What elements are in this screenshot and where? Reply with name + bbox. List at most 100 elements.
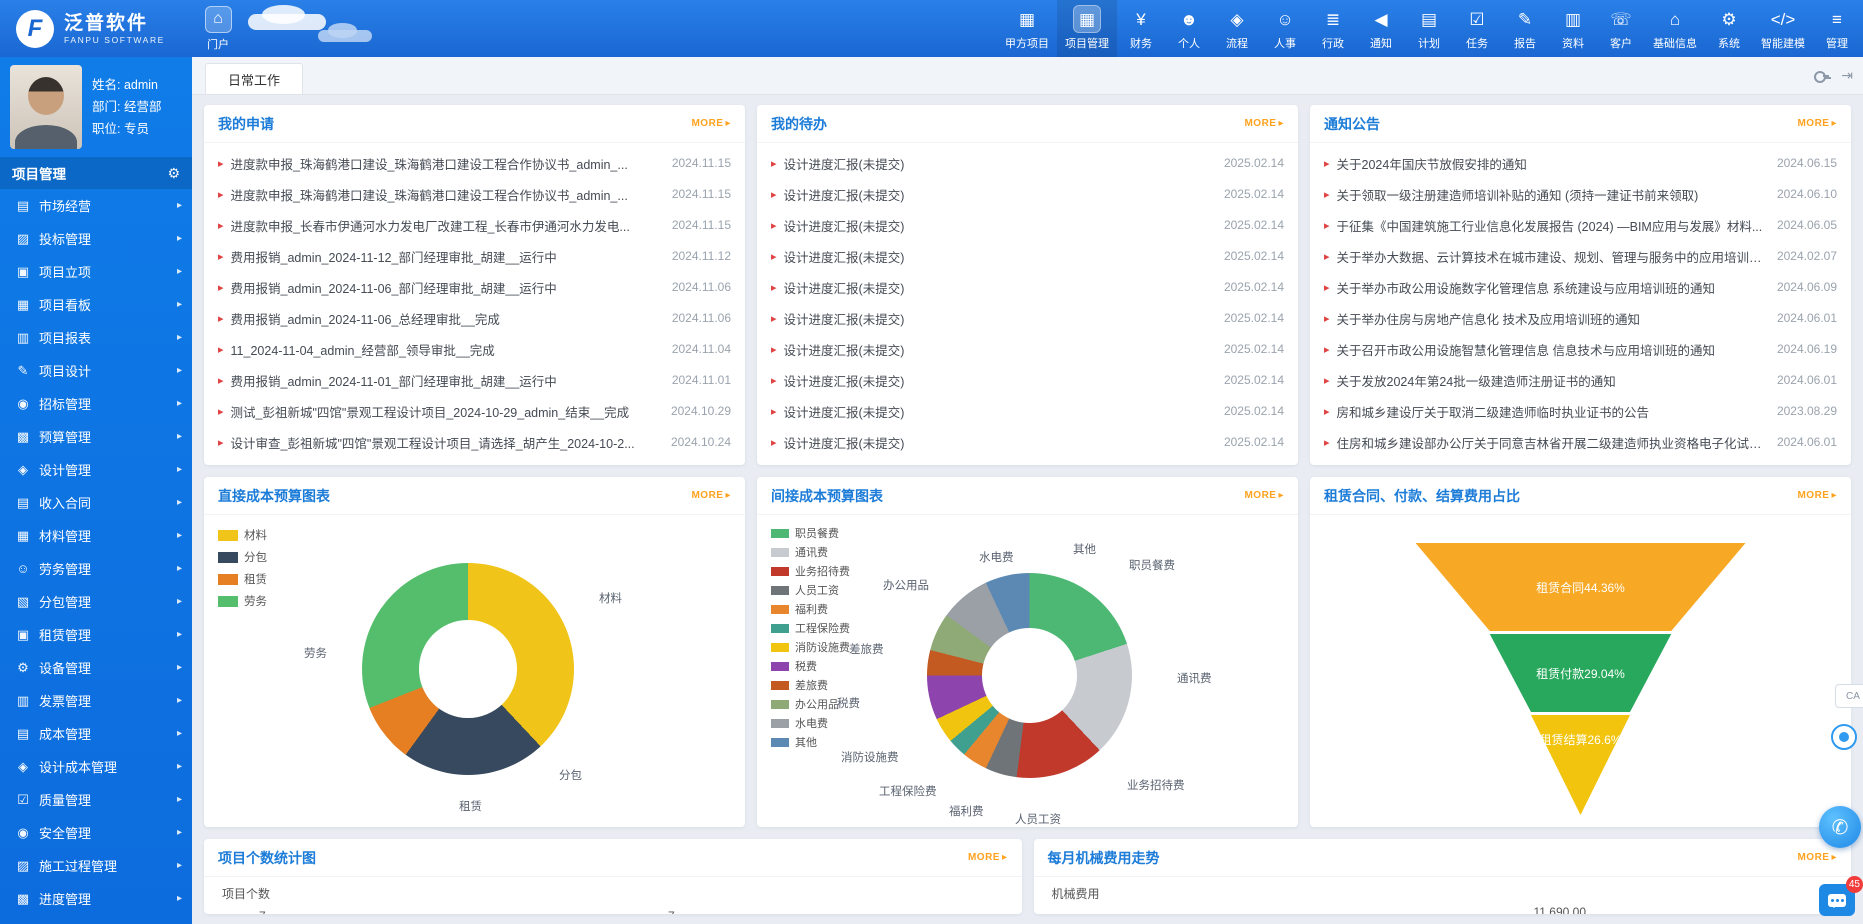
sidebar-menu-item[interactable]: ▤ 收入合同: [0, 486, 192, 519]
list-item[interactable]: 设计进度汇报(未提交) 2025.02.14: [771, 179, 1284, 209]
list-item[interactable]: 设计进度汇报(未提交) 2025.02.14: [771, 396, 1284, 426]
module-nav-item[interactable]: ☻ 个人: [1165, 0, 1213, 57]
list-item[interactable]: 设计进度汇报(未提交) 2025.02.14: [771, 272, 1284, 302]
list-item[interactable]: 费用报销_admin_2024-11-12_部门经理审批_胡建__运行中 202…: [218, 241, 731, 271]
sidebar-menu-item[interactable]: ▤ 成本管理: [0, 717, 192, 750]
legend-swatch: [771, 662, 789, 671]
module-nav-item[interactable]: ⌂ 基础信息: [1645, 0, 1705, 57]
customer-service-button[interactable]: ✆: [1819, 806, 1861, 848]
list-item[interactable]: 进度款申报_珠海鹤港口建设_珠海鹤港口建设工程合作协议书_admin_... 2…: [218, 179, 731, 209]
sidebar-menu-item[interactable]: ☺ 劳务管理: [0, 552, 192, 585]
item-text: 设计进度汇报(未提交): [784, 216, 1210, 235]
portal-nav-item[interactable]: ⌂ 门户: [186, 0, 250, 57]
module-label: 甲方项目: [1005, 35, 1049, 51]
legend-swatch: [218, 552, 238, 563]
list-item[interactable]: 住房和城乡建设部办公厅关于同意吉林省开展二级建造师执业资格电子化试点... 20…: [1324, 427, 1837, 457]
module-nav-item[interactable]: ▦ 项目管理: [1057, 0, 1117, 57]
list-item[interactable]: 关于举办住房与房地产信息化 技术及应用培训班的通知 2024.06.01: [1324, 303, 1837, 333]
list-item[interactable]: 关于领取一级注册建造师培训补贴的通知 (须持一建证书前来领取) 2024.06.…: [1324, 179, 1837, 209]
float-ca-widget[interactable]: CA: [1835, 684, 1863, 708]
collapse-panel-icon[interactable]: ⇥: [1841, 67, 1853, 84]
module-nav-item[interactable]: ☺ 人事: [1261, 0, 1309, 57]
more-button[interactable]: MORE: [691, 490, 731, 501]
module-nav-item[interactable]: ▥ 资料: [1549, 0, 1597, 57]
sidebar-menu-item[interactable]: ▣ 证件管理: [0, 915, 192, 924]
settings-gear-icon[interactable]: ⚙: [167, 165, 180, 182]
panel-direct-cost-chart: 直接成本预算图表 MORE 材料: [204, 477, 745, 827]
module-nav-item[interactable]: ▦ 甲方项目: [997, 0, 1057, 57]
sidebar-menu-item[interactable]: ▦ 材料管理: [0, 519, 192, 552]
module-nav-item[interactable]: ☏ 客户: [1597, 0, 1645, 57]
list-item[interactable]: 设计进度汇报(未提交) 2025.02.14: [771, 365, 1284, 395]
float-ring-button[interactable]: [1831, 724, 1857, 750]
module-nav-item[interactable]: ¥ 财务: [1117, 0, 1165, 57]
list-item[interactable]: 进度款申报_珠海鹤港口建设_珠海鹤港口建设工程合作协议书_admin_... 2…: [218, 148, 731, 178]
sidebar-menu-item[interactable]: ◉ 安全管理: [0, 816, 192, 849]
list-item[interactable]: 测试_彭祖新城"四馆"景观工程设计项目_2024-10-29_admin_结束_…: [218, 396, 731, 426]
list-item[interactable]: 11_2024-11-04_admin_经营部_领导审批__完成 2024.11…: [218, 334, 731, 364]
module-nav-item[interactable]: ◀ 通知: [1357, 0, 1405, 57]
sidebar-menu-item[interactable]: ◈ 设计管理: [0, 453, 192, 486]
list-item[interactable]: 关于举办大数据、云计算技术在城市建设、规划、管理与服务中的应用培训班... 20…: [1324, 241, 1837, 271]
list-item[interactable]: 关于召开市政公用设施智慧化管理信息 信息技术与应用培训班的通知 2024.06.…: [1324, 334, 1837, 364]
list-item[interactable]: 关于发放2024年第24批一级建造师注册证书的通知 2024.06.01: [1324, 365, 1837, 395]
sidebar-menu-item[interactable]: ▤ 市场经营: [0, 189, 192, 222]
menu-item-label: 市场经营: [39, 196, 177, 215]
menu-item-icon: ⚙: [14, 660, 32, 676]
list-item[interactable]: 进度款申报_长春市伊通河水力发电厂改建工程_长春市伊通河水力发电... 2024…: [218, 210, 731, 240]
sidebar-menu-item[interactable]: ▩ 进度管理: [0, 882, 192, 915]
more-button[interactable]: MORE: [968, 852, 1008, 863]
list-item[interactable]: 关于举办市政公用设施数字化管理信息 系统建设与应用培训班的通知 2024.06.…: [1324, 272, 1837, 302]
panel-title: 项目个数统计图: [218, 848, 316, 868]
sidebar-menu-item[interactable]: ▦ 项目看板: [0, 288, 192, 321]
module-label: 管理: [1826, 35, 1848, 51]
list-item[interactable]: 设计进度汇报(未提交) 2025.02.14: [771, 241, 1284, 271]
module-nav-item[interactable]: ▤ 计划: [1405, 0, 1453, 57]
module-nav-item[interactable]: ⚙ 系统: [1705, 0, 1753, 57]
list-item[interactable]: 设计进度汇报(未提交) 2025.02.14: [771, 334, 1284, 364]
list-item[interactable]: 设计进度汇报(未提交) 2025.02.14: [771, 148, 1284, 178]
sidebar-menu-item[interactable]: ▥ 项目报表: [0, 321, 192, 354]
list-item[interactable]: 设计审查_彭祖新城"四馆"景观工程设计项目_请选择_胡产生_2024-10-2.…: [218, 427, 731, 457]
more-button[interactable]: MORE: [1797, 490, 1837, 501]
sidebar-menu-item[interactable]: ▨ 施工过程管理: [0, 849, 192, 882]
sidebar-menu-item[interactable]: ▨ 投标管理: [0, 222, 192, 255]
list-item[interactable]: 于征集《中国建筑施工行业信息化发展报告 (2024) —BIM应用与发展》材料.…: [1324, 210, 1837, 240]
module-nav-item[interactable]: ◈ 流程: [1213, 0, 1261, 57]
list-item[interactable]: 费用报销_admin_2024-11-01_部门经理审批_胡建__运行中 202…: [218, 365, 731, 395]
item-text: 设计进度汇报(未提交): [784, 154, 1210, 173]
list-item[interactable]: 设计进度汇报(未提交) 2025.02.14: [771, 210, 1284, 240]
module-nav-item[interactable]: ≡ 管理: [1813, 0, 1861, 57]
list-item[interactable]: 费用报销_admin_2024-11-06_总经理审批__完成 2024.11.…: [218, 303, 731, 333]
sidebar-menu-item[interactable]: ◈ 设计成本管理: [0, 750, 192, 783]
sidebar-menu-item[interactable]: ▩ 预算管理: [0, 420, 192, 453]
item-text: 设计进度汇报(未提交): [784, 278, 1210, 297]
sidebar-menu-item[interactable]: ☑ 质量管理: [0, 783, 192, 816]
key-icon[interactable]: [1814, 69, 1829, 83]
sidebar-menu-item[interactable]: ◉ 招标管理: [0, 387, 192, 420]
sidebar-menu-item[interactable]: ▣ 项目立项: [0, 255, 192, 288]
more-button[interactable]: MORE: [1797, 118, 1837, 129]
message-button[interactable]: 45: [1819, 884, 1855, 916]
more-button[interactable]: MORE: [1244, 490, 1284, 501]
list-item[interactable]: 设计进度汇报(未提交) 2025.02.14: [771, 427, 1284, 457]
more-button[interactable]: MORE: [691, 118, 731, 129]
sidebar-menu-item[interactable]: ▧ 分包管理: [0, 585, 192, 618]
module-nav-item[interactable]: ✎ 报告: [1501, 0, 1549, 57]
tab-daily-work[interactable]: 日常工作: [205, 63, 303, 94]
sidebar-menu-item[interactable]: ▣ 租赁管理: [0, 618, 192, 651]
chart-callout-label: 分包: [559, 767, 582, 783]
more-button[interactable]: MORE: [1244, 118, 1284, 129]
module-nav-item[interactable]: ☑ 任务: [1453, 0, 1501, 57]
sidebar-menu-item[interactable]: ▥ 发票管理: [0, 684, 192, 717]
sidebar-menu-item[interactable]: ⚙ 设备管理: [0, 651, 192, 684]
module-nav-item[interactable]: ≣ 行政: [1309, 0, 1357, 57]
list-item[interactable]: 关于2024年国庆节放假安排的通知 2024.06.15: [1324, 148, 1837, 178]
list-item[interactable]: 房和城乡建设厅关于取消二级建造师临时执业证书的公告 2023.08.29: [1324, 396, 1837, 426]
more-button[interactable]: MORE: [1797, 852, 1837, 863]
module-nav-item[interactable]: </> 智能建模: [1753, 0, 1813, 57]
list-item[interactable]: 费用报销_admin_2024-11-06_部门经理审批_胡建__运行中 202…: [218, 272, 731, 302]
list-item[interactable]: 设计进度汇报(未提交) 2025.02.14: [771, 303, 1284, 333]
unread-badge: 45: [1846, 876, 1863, 893]
sidebar-menu-item[interactable]: ✎ 项目设计: [0, 354, 192, 387]
